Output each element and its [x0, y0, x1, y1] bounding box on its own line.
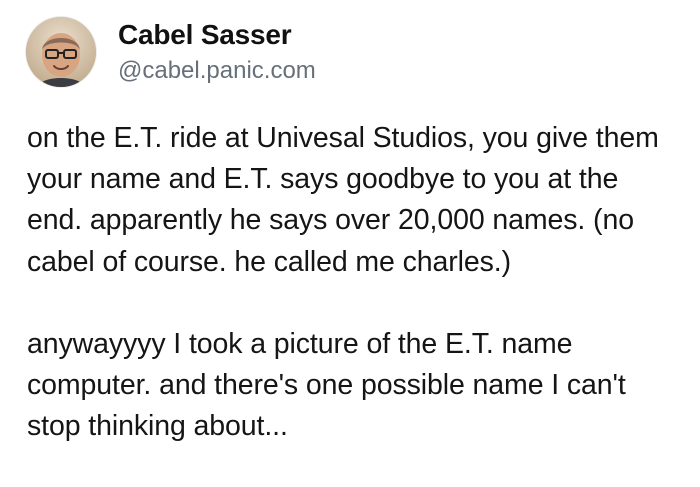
- post-paragraph-2: anywayyyy I took a picture of the E.T. n…: [27, 327, 626, 443]
- post-paragraph-1: on the E.T. ride at Univesal Studios, yo…: [27, 122, 659, 278]
- post-body: on the E.T. ride at Univesal Studios, yo…: [27, 118, 677, 447]
- author-info: Cabel Sasser @cabel.panic.com: [118, 18, 316, 86]
- social-post: Cabel Sasser @cabel.panic.com on the E.T…: [0, 0, 700, 487]
- post-header: Cabel Sasser @cabel.panic.com: [26, 16, 316, 88]
- author-handle[interactable]: @cabel.panic.com: [118, 57, 316, 86]
- profile-photo-icon: [26, 17, 96, 87]
- avatar[interactable]: [26, 17, 96, 87]
- author-display-name[interactable]: Cabel Sasser: [118, 18, 316, 52]
